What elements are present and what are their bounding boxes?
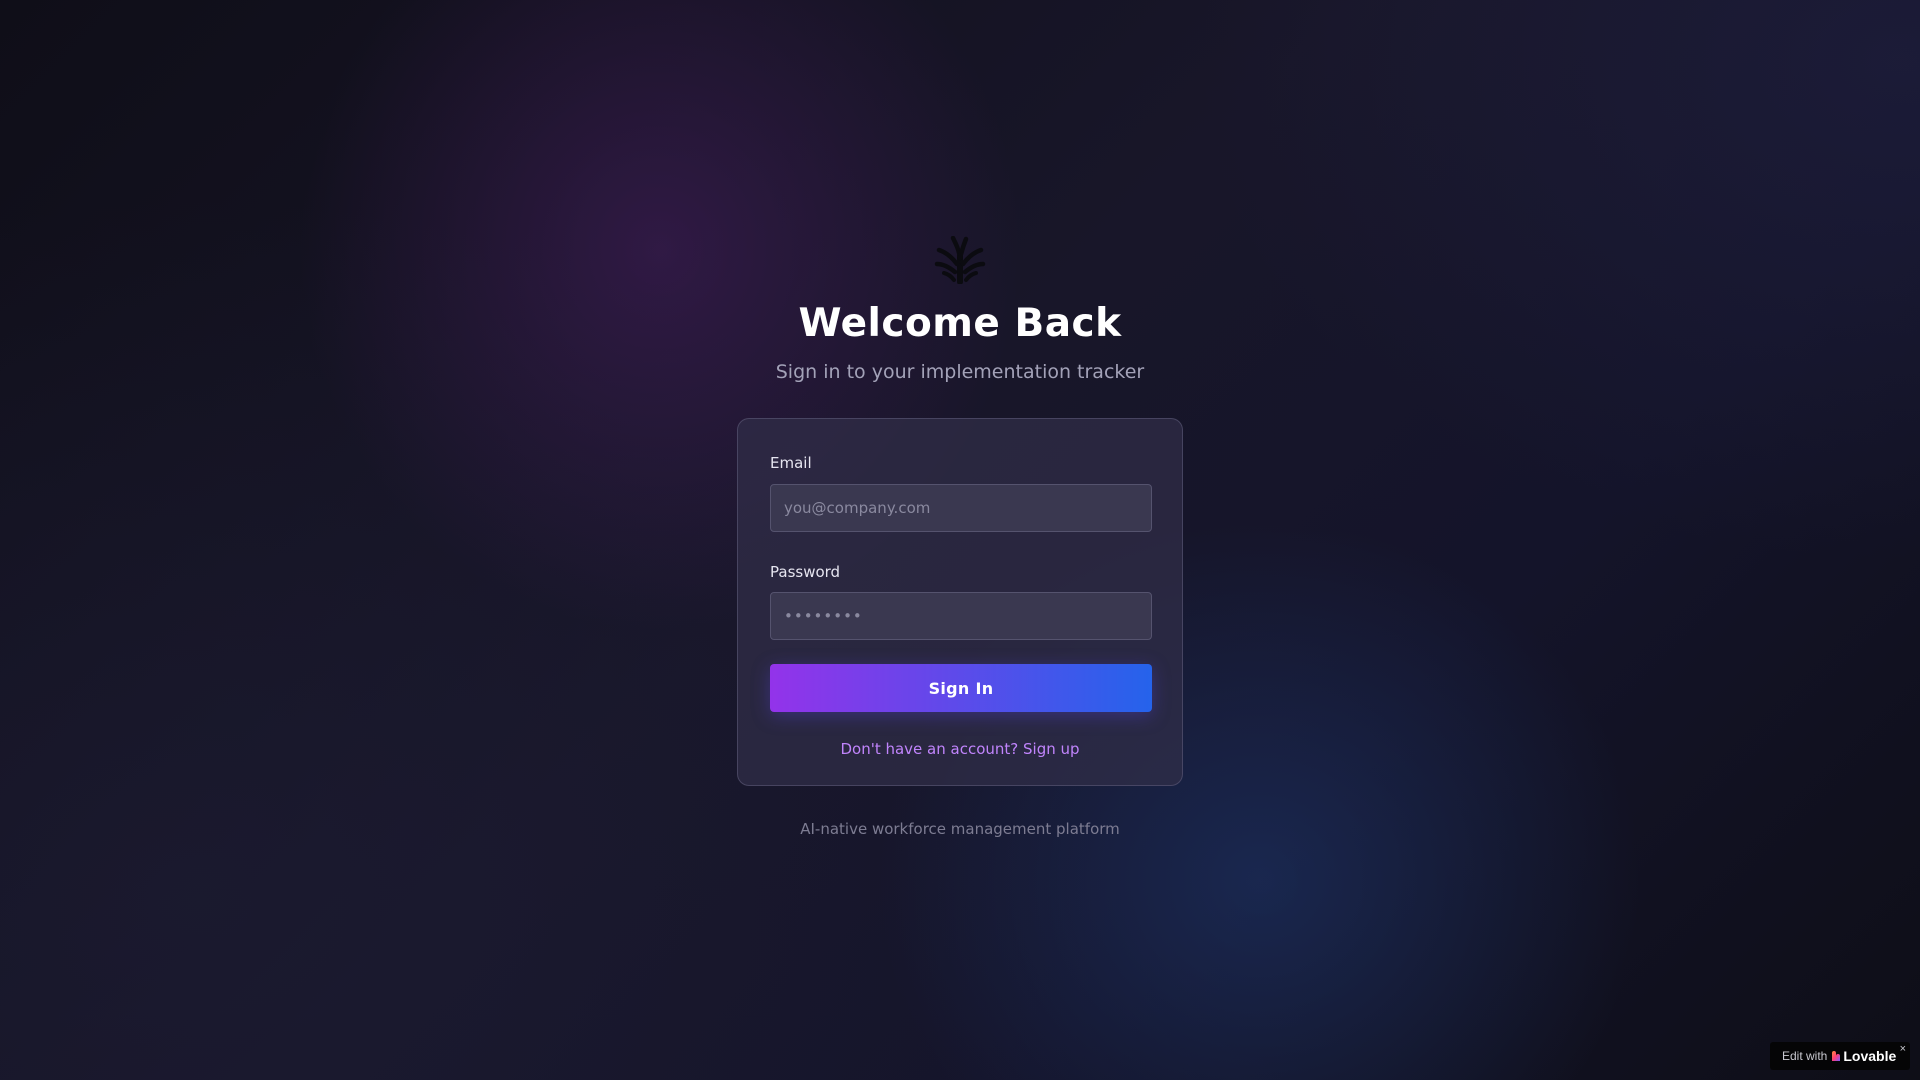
email-field[interactable]	[770, 483, 1152, 532]
page-title: Welcome Back	[798, 301, 1122, 346]
email-label: Email	[770, 454, 812, 472]
sign-in-button[interactable]: Sign In	[770, 664, 1152, 712]
login-card: Email Password Sign In Don't have an acc…	[737, 418, 1183, 786]
sign-up-link[interactable]: Don't have an account? Sign up	[770, 740, 1150, 758]
login-container: Welcome Back Sign in to your implementat…	[0, 236, 1920, 838]
badge-close-icon[interactable]: ×	[1900, 1043, 1906, 1055]
password-label: Password	[770, 562, 841, 581]
edit-with-lovable-badge[interactable]: Edit with Lovable ×	[1770, 1042, 1910, 1070]
stylized-palm-leaf-icon	[934, 236, 986, 284]
badge-brand-text: Lovable	[1843, 1048, 1897, 1064]
badge-prefix-text: Edit with	[1782, 1049, 1828, 1063]
password-field[interactable]	[770, 592, 1152, 640]
lovable-heart-icon	[1832, 1051, 1841, 1061]
page-subtitle: Sign in to your implementation tracker	[775, 361, 1145, 383]
platform-tagline: AI-native workforce management platform	[800, 820, 1120, 838]
